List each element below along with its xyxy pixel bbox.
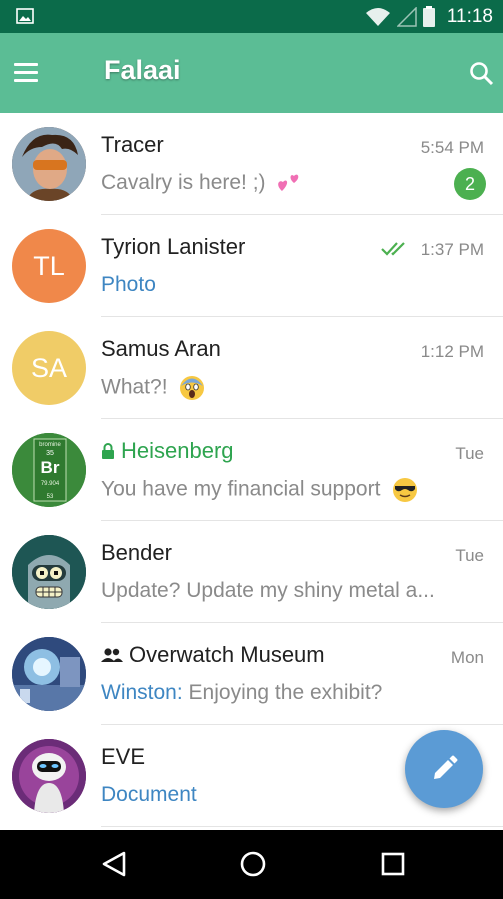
status-bar: 11:18 <box>0 0 503 33</box>
unread-badge: 2 <box>454 168 486 200</box>
element-bottom-label: 53 <box>47 494 54 500</box>
chat-name: Tracer <box>101 132 164 157</box>
cellular-signal-icon <box>396 6 417 27</box>
message-sender: Winston: <box>101 681 183 704</box>
lock-icon <box>102 443 114 459</box>
double-check-read-icon <box>381 242 405 256</box>
avatar-bender <box>12 535 86 609</box>
two-hearts-emoji-icon <box>278 175 299 192</box>
chat-row-heisenberg[interactable]: bromine 35 Br 79.904 53 Heisenberg Tue Y… <box>0 419 503 521</box>
chat-message-text: What?! <box>101 375 168 399</box>
chat-name: Overwatch Museum <box>129 642 325 667</box>
chat-message: What?! <box>101 375 205 401</box>
chat-row-tracer[interactable]: Tracer 5:54 PM Cavalry is here! ;) 2 <box>0 113 503 215</box>
avatar-heisenberg: bromine 35 Br 79.904 53 <box>12 433 86 507</box>
avatar-initials: TL <box>12 229 86 303</box>
chat-message: Document <box>101 783 197 806</box>
app-bar: Falaai <box>0 33 503 113</box>
pencil-icon <box>434 755 458 779</box>
avatar-initials: SA <box>12 331 86 405</box>
chat-row-tyrion-lanister[interactable]: TL Tyrion Lanister 1:37 PM Photo <box>0 215 503 317</box>
recent-apps-icon[interactable] <box>381 852 405 876</box>
chat-name: Bender <box>101 540 172 565</box>
chat-message-text: Cavalry is here! ;) <box>101 171 266 194</box>
chat-name-secret: Heisenberg <box>101 438 234 464</box>
element-symbol: Br <box>41 458 60 477</box>
chat-name: Tyrion Lanister <box>101 234 246 259</box>
avatar-initials-text: SA <box>30 352 68 383</box>
chat-message: Winston: Enjoying the exhibit? <box>101 681 382 705</box>
battery-icon <box>422 6 435 27</box>
element-top-label: bromine <box>39 442 61 448</box>
chat-time: 1:37 PM <box>420 240 484 259</box>
chat-message-text: You have my financial support <box>101 477 381 501</box>
museum-scene-icon <box>12 637 86 711</box>
wifi-icon <box>365 7 390 26</box>
tracer-portrait-icon <box>12 127 86 201</box>
avatar-eve <box>12 739 86 813</box>
chat-row-samus-aran[interactable]: SA Samus Aran 1:12 PM What?! <box>0 317 503 419</box>
chat-time: Mon <box>450 648 484 667</box>
chat-time: Tue <box>455 546 484 565</box>
sunglasses-face-emoji-icon <box>393 478 418 502</box>
chat-message: Photo <box>101 273 156 296</box>
compose-button[interactable] <box>405 730 483 808</box>
bender-portrait-icon <box>12 535 86 609</box>
chat-time: Tue <box>455 444 484 463</box>
avatar-initials-text: TL <box>33 250 65 281</box>
avatar-tracer <box>12 127 86 201</box>
app-title: Falaai <box>104 55 181 85</box>
navigation-bar <box>0 830 503 899</box>
chat-message: You have my financial support <box>101 477 418 503</box>
back-icon[interactable] <box>101 850 127 878</box>
chat-name: Heisenberg <box>121 438 234 463</box>
chat-message: Update? Update my shiny metal a... <box>101 579 435 602</box>
chat-time: 5:54 PM <box>420 138 484 157</box>
divider <box>101 826 503 827</box>
chat-row-overwatch-museum[interactable]: Overwatch Museum Mon Winston: Enjoying t… <box>0 623 503 725</box>
menu-icon[interactable] <box>14 63 38 83</box>
chat-message: Cavalry is here! ;) <box>101 171 303 195</box>
search-icon[interactable] <box>469 61 495 87</box>
chat-time: 1:12 PM <box>420 342 484 361</box>
chat-message-text: Enjoying the exhibit? <box>188 681 383 704</box>
status-time: 11:18 <box>446 5 493 27</box>
screaming-face-emoji-icon <box>180 376 205 400</box>
chat-name: Samus Aran <box>101 336 221 361</box>
avatar-overwatch-museum <box>12 637 86 711</box>
chat-name: EVE <box>101 744 146 769</box>
home-icon[interactable] <box>239 850 267 878</box>
group-icon <box>101 648 123 662</box>
chat-list: Tracer 5:54 PM Cavalry is here! ;) 2 TL … <box>0 113 503 827</box>
eve-robot-portrait-icon <box>12 739 86 813</box>
chat-name-group: Overwatch Museum <box>101 642 325 668</box>
image-notification-icon <box>16 8 34 24</box>
chat-row-bender[interactable]: Bender Tue Update? Update my shiny metal… <box>0 521 503 623</box>
element-number: 35 <box>46 450 54 457</box>
bromine-element-tile-icon: bromine 35 Br 79.904 53 <box>12 433 86 507</box>
element-mass: 79.904 <box>41 481 60 487</box>
